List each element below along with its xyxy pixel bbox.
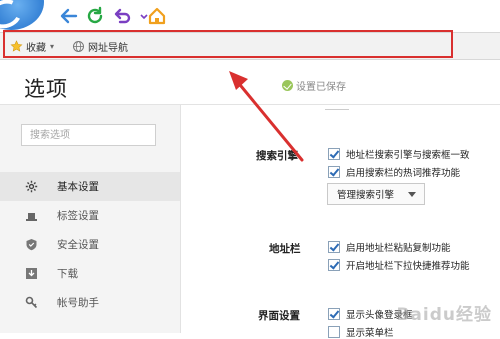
favorites-button[interactable]: 收藏 ▾ <box>10 37 54 55</box>
caret-down-icon <box>408 192 416 197</box>
option-label: 启用搜索栏的热词推荐功能 <box>346 168 461 179</box>
sidebar-item-label: 下载 <box>57 268 78 280</box>
undo-icon <box>114 8 131 24</box>
web-nav-label: 网址导航 <box>88 42 128 54</box>
check-circle-icon <box>282 80 293 91</box>
manage-search-engine-dropdown[interactable]: 管理搜索引擎 <box>327 183 425 205</box>
option-paste-copy[interactable]: 启用地址栏粘贴复制功能 <box>328 240 451 254</box>
search-options-input[interactable] <box>21 124 156 146</box>
dropdown-label: 管理搜索引擎 <box>337 190 395 201</box>
sidebar-item-tab-settings[interactable]: 标签设置 <box>0 201 180 230</box>
option-label: 显示菜单栏 <box>346 328 394 339</box>
option-search-engine-sync[interactable]: 地址栏搜索引擎与搜索框一致 <box>328 147 470 161</box>
page-title: 选项 <box>24 77 68 101</box>
save-status-label: 设置已保存 <box>296 82 346 93</box>
sidebar: 基本设置 标签设置 安全设置 下载 帐号助手 <box>0 105 181 333</box>
save-status: 设置已保存 <box>282 78 346 93</box>
sidebar-item-label: 基本设置 <box>57 181 99 193</box>
key-icon <box>25 296 38 309</box>
web-nav-link[interactable]: 网址导航 <box>72 37 128 55</box>
sidebar-item-label: 安全设置 <box>57 239 99 251</box>
download-icon <box>25 267 38 280</box>
sidebar-item-security-settings[interactable]: 安全设置 <box>0 230 180 259</box>
checkbox[interactable] <box>328 259 340 271</box>
bookmarks-bar: 收藏 ▾ 网址导航 <box>0 32 500 60</box>
checkbox[interactable] <box>328 166 340 178</box>
settings-content: 搜索引擎 地址栏搜索引擎与搜索框一致 启用搜索栏的热词推荐功能 管理搜索引擎 地… <box>181 105 500 339</box>
checkbox[interactable] <box>328 326 340 338</box>
tab-icon <box>25 209 38 222</box>
watermark: Baidu经验 <box>396 305 492 325</box>
refresh-icon <box>87 6 103 24</box>
shield-icon <box>25 238 38 251</box>
undo-dropdown-button[interactable] <box>133 5 148 27</box>
gear-icon <box>25 180 38 193</box>
back-button[interactable] <box>58 5 80 27</box>
checkbox[interactable] <box>328 308 340 320</box>
option-dropdown-recommend[interactable]: 开启地址栏下拉快捷推荐功能 <box>328 258 470 272</box>
sidebar-nav: 基本设置 标签设置 安全设置 下载 帐号助手 <box>0 172 180 317</box>
sidebar-item-label: 标签设置 <box>57 210 99 222</box>
checkbox[interactable] <box>328 148 340 160</box>
home-icon <box>148 7 166 25</box>
divider <box>325 109 349 110</box>
sidebar-item-download[interactable]: 下载 <box>0 259 180 288</box>
browser-logo <box>0 0 44 33</box>
option-label: 地址栏搜索引擎与搜索框一致 <box>346 150 470 161</box>
option-label: 启用地址栏粘贴复制功能 <box>346 243 451 254</box>
favorites-chevron-icon: ▾ <box>50 41 55 51</box>
section-label-search-engine: 搜索引擎 <box>256 150 298 162</box>
globe-icon <box>72 40 85 53</box>
section-label-interface: 界面设置 <box>258 310 300 322</box>
star-icon <box>10 39 23 53</box>
option-menu-bar[interactable]: 显示菜单栏 <box>328 325 394 339</box>
sidebar-item-basic-settings[interactable]: 基本设置 <box>0 172 180 201</box>
option-hotword-recommend[interactable]: 启用搜索栏的热词推荐功能 <box>328 165 460 179</box>
checkbox[interactable] <box>328 241 340 253</box>
sidebar-item-label: 帐号助手 <box>57 297 99 309</box>
refresh-button[interactable] <box>84 5 106 27</box>
option-label: 开启地址栏下拉快捷推荐功能 <box>346 261 470 272</box>
sidebar-item-account-assistant[interactable]: 帐号助手 <box>0 288 180 317</box>
home-button[interactable] <box>146 5 168 27</box>
arrow-left-icon <box>60 8 78 24</box>
browser-toolbar <box>0 0 500 33</box>
section-label-address-bar: 地址栏 <box>269 243 301 255</box>
undo-button[interactable] <box>111 5 133 27</box>
favorites-label: 收藏 <box>26 42 46 54</box>
